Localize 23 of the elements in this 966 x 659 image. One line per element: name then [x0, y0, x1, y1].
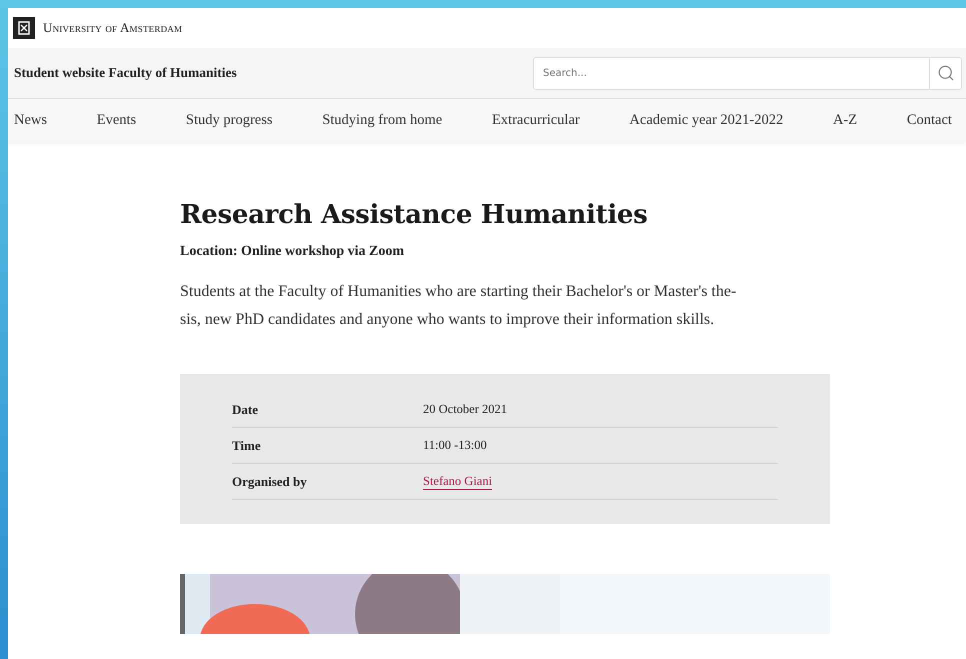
nav-link[interactable]: Study progress [186, 112, 273, 129]
nav-link[interactable]: Extracurricular [492, 112, 580, 129]
nav-link[interactable]: Academic year 2021-2022 [629, 112, 784, 129]
detail-value: 20 October 2021 [423, 402, 508, 417]
nav-link[interactable]: Events [96, 112, 136, 129]
site-title[interactable]: Student website Faculty of Humanities [14, 65, 237, 81]
intro-paragraph: Students at the Faculty of Humanities who are starting their Bachelor's or Master's the-sis, new PhD candidates and anyone who wants to improve their information skills. [180, 282, 738, 330]
detail-label: Date [232, 402, 259, 418]
detail-value: 11:00 -13:00 [423, 438, 488, 453]
nav-link[interactable]: A-Z [832, 112, 858, 129]
detail-label: Time [232, 438, 262, 454]
organiser-link[interactable]: Stefano Giani [423, 474, 492, 490]
search-field[interactable]: Search... [533, 56, 929, 90]
detail-label: Organised by [232, 474, 308, 490]
university-name[interactable]: University of Amsterdam [43, 20, 182, 36]
location-text: Location: Online workshop via Zoom [180, 244, 406, 260]
nav-link[interactable]: Contact [906, 112, 952, 129]
search-icon [936, 64, 954, 82]
search-button[interactable] [929, 56, 962, 90]
nav-link[interactable]: Studying from home [322, 112, 442, 129]
university-logo-icon [13, 17, 35, 39]
nav-link[interactable]: News [14, 112, 48, 129]
page-title: Research Assistance Humanities [180, 200, 648, 230]
